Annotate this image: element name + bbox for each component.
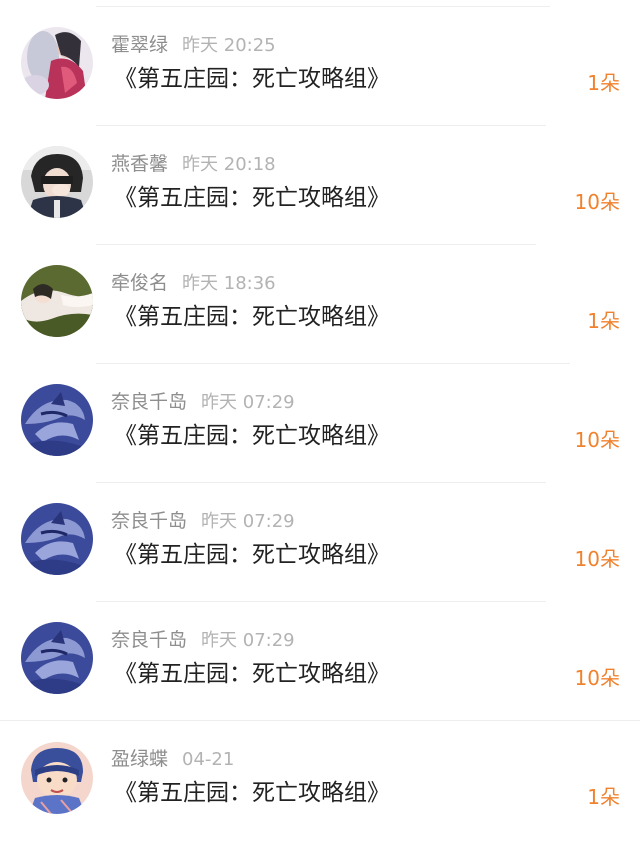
- book-title[interactable]: 《第五庄园：死亡攻略组》: [114, 181, 390, 215]
- avatar[interactable]: [21, 27, 93, 99]
- timestamp: 昨天 07:29: [201, 392, 295, 413]
- avatar[interactable]: [21, 384, 93, 456]
- avatar-image: [21, 27, 93, 99]
- list-item[interactable]: 牵俊名 昨天 18:36 《第五庄园：死亡攻略组》 1朵: [0, 238, 640, 357]
- list-item[interactable]: 奈良千岛 昨天 07:29 《第五庄园：死亡攻略组》 10朵: [0, 476, 640, 595]
- message-meta: 奈良千岛 昨天 07:29: [111, 507, 295, 535]
- timestamp: 昨天 20:18: [182, 154, 276, 175]
- flower-count: 10朵: [574, 547, 620, 571]
- list-item[interactable]: 盈绿蝶 04-21 《第五庄园：死亡攻略组》 1朵: [0, 714, 640, 833]
- list-item[interactable]: 霍翠绿 昨天 20:25 《第五庄园：死亡攻略组》 1朵: [0, 0, 640, 119]
- timestamp: 昨天 07:29: [201, 630, 295, 651]
- avatar-image: [21, 265, 93, 337]
- avatar-image: [21, 384, 93, 456]
- book-title[interactable]: 《第五庄园：死亡攻略组》: [114, 419, 390, 453]
- gift-message-list: 霍翠绿 昨天 20:25 《第五庄园：死亡攻略组》 1朵 燕香馨 昨天 20:18 …: [0, 0, 640, 856]
- avatar[interactable]: [21, 622, 93, 694]
- user-name[interactable]: 奈良千岛: [111, 510, 187, 532]
- user-name[interactable]: 奈良千岛: [111, 391, 187, 413]
- avatar-image: [21, 146, 93, 218]
- avatar-image: [21, 622, 93, 694]
- user-name[interactable]: 盈绿蝶: [111, 748, 168, 770]
- book-title[interactable]: 《第五庄园：死亡攻略组》: [114, 300, 390, 334]
- timestamp: 昨天 18:36: [182, 273, 276, 294]
- message-meta: 牵俊名 昨天 18:36: [111, 269, 276, 297]
- user-name[interactable]: 奈良千岛: [111, 629, 187, 651]
- message-meta: 盈绿蝶 04-21: [111, 745, 234, 773]
- flower-count: 10朵: [574, 190, 620, 214]
- book-title[interactable]: 《第五庄园：死亡攻略组》: [114, 62, 390, 96]
- list-item[interactable]: 奈良千岛 昨天 07:29 《第五庄园：死亡攻略组》 10朵: [0, 595, 640, 714]
- book-title[interactable]: 《第五庄园：死亡攻略组》: [114, 657, 390, 691]
- avatar[interactable]: [21, 742, 93, 814]
- flower-count: 1朵: [587, 71, 620, 95]
- avatar-image: [21, 742, 93, 814]
- timestamp: 04-21: [182, 749, 235, 770]
- user-name[interactable]: 牵俊名: [111, 272, 168, 294]
- flower-count: 1朵: [587, 785, 620, 809]
- list-item[interactable]: 奈良千岛 昨天 07:29 《第五庄园：死亡攻略组》 10朵: [0, 357, 640, 476]
- user-name[interactable]: 燕香馨: [111, 153, 168, 175]
- avatar[interactable]: [21, 265, 93, 337]
- timestamp: 昨天 07:29: [201, 511, 295, 532]
- list-item[interactable]: 燕香馨 昨天 20:18 《第五庄园：死亡攻略组》 10朵: [0, 119, 640, 238]
- avatar-image: [21, 503, 93, 575]
- flower-count: 1朵: [587, 309, 620, 333]
- flower-count: 10朵: [574, 428, 620, 452]
- message-meta: 奈良千岛 昨天 07:29: [111, 626, 295, 654]
- avatar[interactable]: [21, 146, 93, 218]
- timestamp: 昨天 20:25: [182, 35, 276, 56]
- avatar[interactable]: [21, 503, 93, 575]
- message-meta: 霍翠绿 昨天 20:25: [111, 31, 276, 59]
- user-name[interactable]: 霍翠绿: [111, 34, 168, 56]
- message-meta: 奈良千岛 昨天 07:29: [111, 388, 295, 416]
- message-meta: 燕香馨 昨天 20:18: [111, 150, 276, 178]
- flower-count: 10朵: [574, 666, 620, 690]
- book-title[interactable]: 《第五庄园：死亡攻略组》: [114, 538, 390, 572]
- book-title[interactable]: 《第五庄园：死亡攻略组》: [114, 776, 390, 810]
